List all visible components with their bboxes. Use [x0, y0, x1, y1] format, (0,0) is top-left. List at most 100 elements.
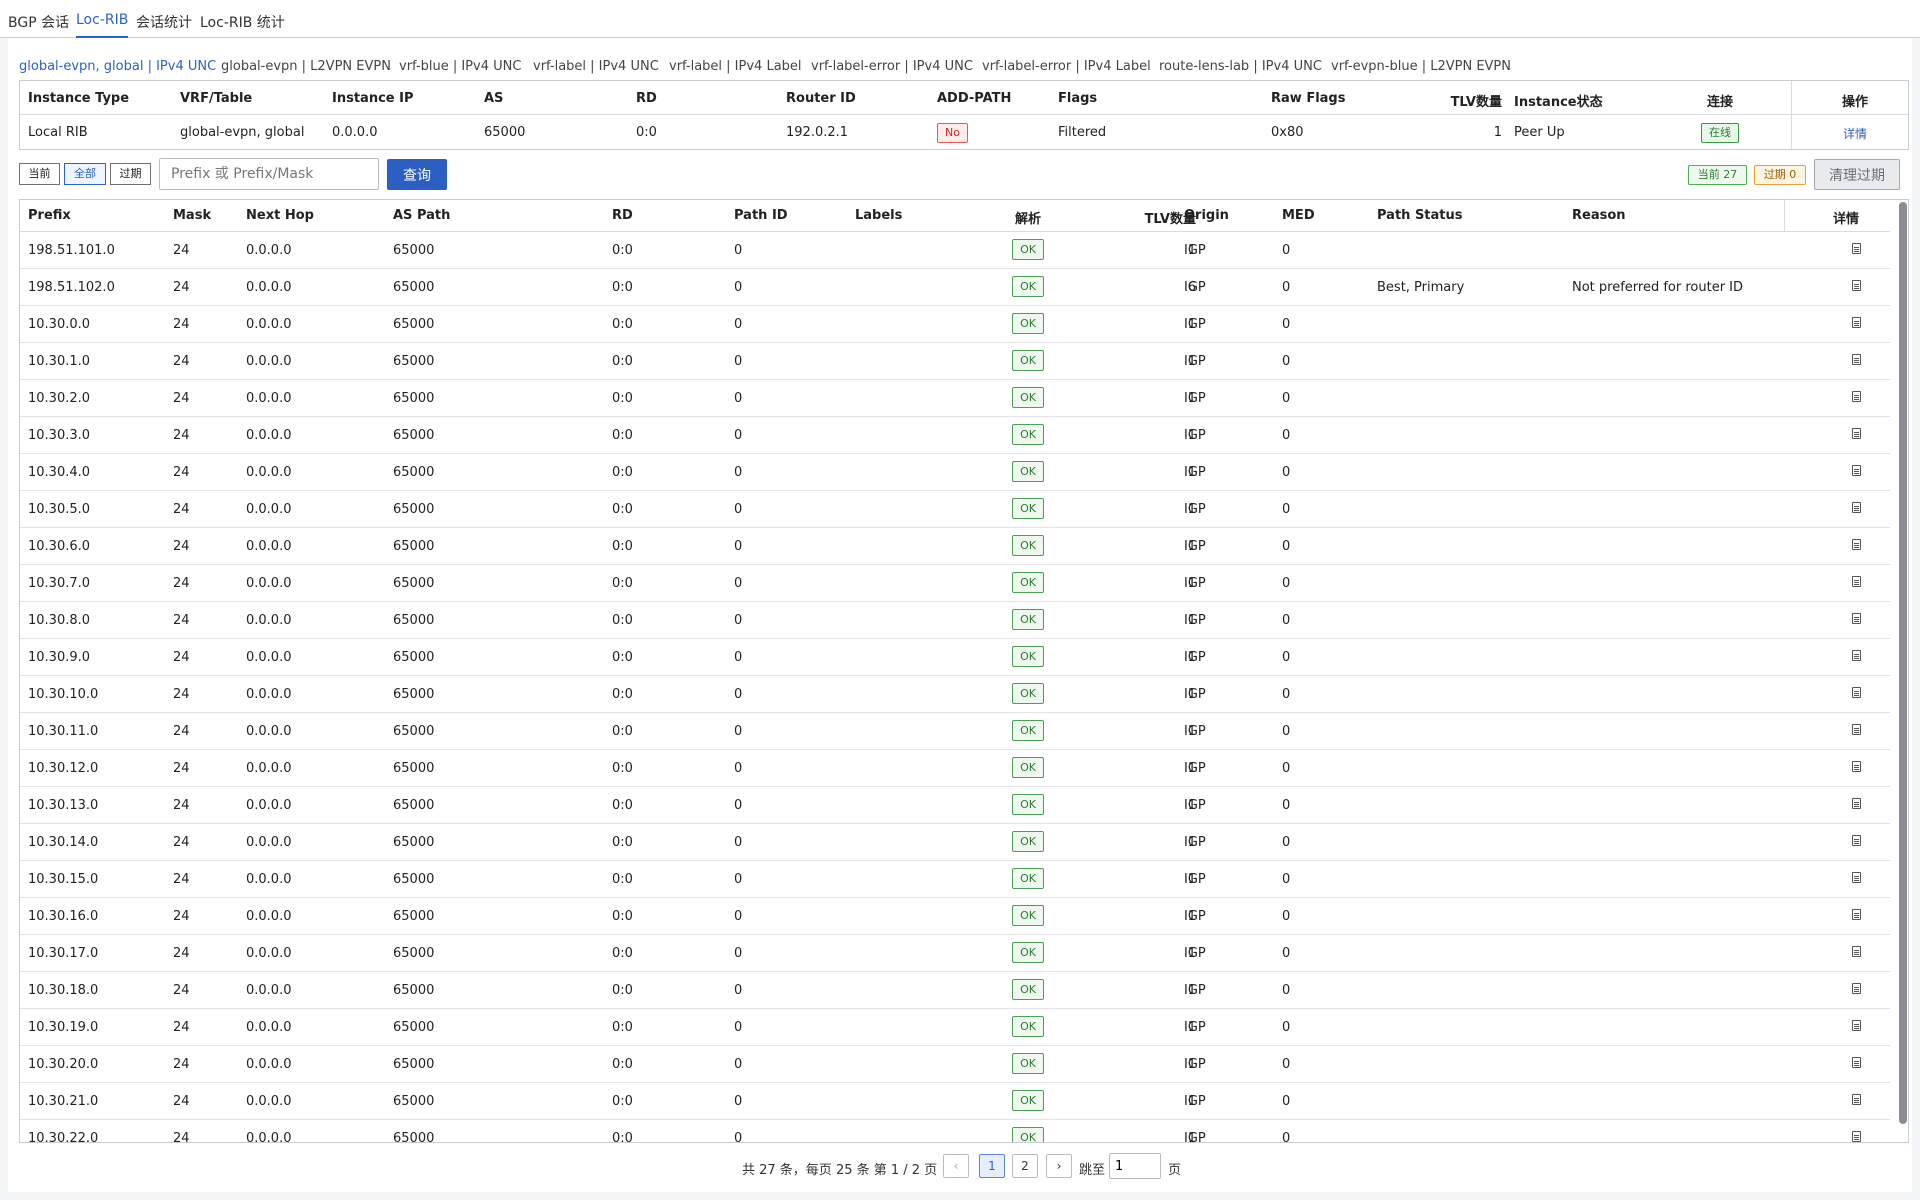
row-mask: 24 — [173, 613, 190, 628]
col-prefix: Prefix — [28, 208, 71, 223]
row-path-status: Best, Primary — [1377, 280, 1465, 295]
prev-page-button[interactable]: ‹ — [943, 1154, 969, 1178]
route-table-body: 198.51.101.0 24 0.0.0.0 65000 0:0 0 IGP 0 1 OK 198… — [20, 232, 1890, 1142]
row-prefix: 198.51.101.0 — [28, 243, 115, 258]
row-as-path: 65000 — [393, 391, 435, 406]
document-icon[interactable] — [1852, 983, 1861, 994]
document-icon[interactable] — [1852, 354, 1861, 365]
jump-page-input[interactable] — [1109, 1153, 1161, 1179]
table-row: 10.30.17.0 24 0.0.0.0 65000 0:0 0 IGP 0 1 OK — [20, 935, 1890, 972]
document-icon[interactable] — [1852, 650, 1861, 661]
parse-status-badge: OK — [1012, 757, 1044, 778]
table-row: 10.30.2.0 24 0.0.0.0 65000 0:0 0 IGP 0 1 OK — [20, 380, 1890, 417]
tab-loc-rib-stats[interactable]: Loc-RIB 统计 — [200, 12, 285, 32]
document-icon[interactable] — [1852, 428, 1861, 439]
document-icon[interactable] — [1852, 280, 1861, 291]
row-med: 0 — [1282, 761, 1291, 776]
route-table-header: Prefix Mask Next Hop AS Path RD Path ID … — [20, 200, 1890, 232]
row-prefix: 10.30.16.0 — [28, 909, 99, 924]
row-path-id: 0 — [734, 354, 743, 369]
row-rd: 0:0 — [612, 983, 633, 998]
document-icon[interactable] — [1852, 872, 1861, 883]
row-med: 0 — [1282, 1094, 1291, 1109]
row-as-path: 65000 — [393, 613, 435, 628]
clean-expired-button[interactable]: 清理过期 — [1814, 159, 1900, 190]
subtab-route-lens-lab-ipv4-unc[interactable]: route-lens-lab | IPv4 UNC — [1159, 59, 1322, 74]
tab-session-stats[interactable]: 会话统计 — [136, 12, 192, 32]
row-mask: 24 — [173, 983, 190, 998]
prefix-search-input[interactable] — [159, 158, 379, 190]
row-as-path: 65000 — [393, 946, 435, 961]
row-next-hop: 0.0.0.0 — [246, 835, 292, 850]
row-med: 0 — [1282, 1020, 1291, 1035]
add-path-badge: No — [937, 123, 968, 143]
subtab-vrf-label-ipv4-unc[interactable]: vrf-label | IPv4 UNC — [533, 59, 659, 74]
subtab-vrf-blue-ipv4-unc[interactable]: vrf-blue | IPv4 UNC — [399, 59, 521, 74]
row-rd: 0:0 — [612, 502, 633, 517]
row-tlv-count: 1 — [1187, 465, 1196, 480]
row-as-path: 65000 — [393, 428, 435, 443]
document-icon[interactable] — [1852, 1020, 1861, 1031]
row-mask: 24 — [173, 1020, 190, 1035]
instance-router-id: 192.0.2.1 — [786, 125, 849, 140]
row-next-hop: 0.0.0.0 — [246, 576, 292, 591]
document-icon[interactable] — [1852, 465, 1861, 476]
row-mask: 24 — [173, 798, 190, 813]
pagination: 共 27 条，每页 25 条 第 1 / 2 页 ‹ 1 2 › 跳至 页 — [8, 1150, 1912, 1180]
table-row: 10.30.16.0 24 0.0.0.0 65000 0:0 0 IGP 0 1 OK — [20, 898, 1890, 935]
row-tlv-count: 1 — [1187, 243, 1196, 258]
filter-all-button[interactable]: 全部 — [64, 163, 106, 185]
subtab-global-evpn-l2vpn-evpn[interactable]: global-evpn | L2VPN EVPN — [221, 59, 391, 74]
subtab-vrf-evpn-blue-l2vpn-evpn[interactable]: vrf-evpn-blue | L2VPN EVPN — [1331, 59, 1511, 74]
document-icon[interactable] — [1852, 576, 1861, 587]
document-icon[interactable] — [1852, 946, 1861, 957]
document-icon[interactable] — [1852, 391, 1861, 402]
subtab-vrf-label-error-ipv4-unc[interactable]: vrf-label-error | IPv4 UNC — [811, 59, 973, 74]
instance-type: Local RIB — [28, 125, 88, 140]
document-icon[interactable] — [1852, 1094, 1861, 1105]
next-page-button[interactable]: › — [1046, 1154, 1072, 1178]
document-icon[interactable] — [1852, 798, 1861, 809]
table-row: 10.30.6.0 24 0.0.0.0 65000 0:0 0 IGP 0 1 OK — [20, 528, 1890, 565]
tab-loc-rib[interactable]: Loc-RIB — [76, 12, 129, 38]
row-prefix: 10.30.15.0 — [28, 872, 99, 887]
header-as: AS — [484, 91, 504, 106]
parse-status-badge: OK — [1012, 461, 1044, 482]
row-prefix: 10.30.2.0 — [28, 391, 91, 406]
row-med: 0 — [1282, 391, 1291, 406]
document-icon[interactable] — [1852, 761, 1861, 772]
document-icon[interactable] — [1852, 687, 1861, 698]
document-icon[interactable] — [1852, 539, 1861, 550]
document-icon[interactable] — [1852, 243, 1861, 254]
tab-bgp-sessions[interactable]: BGP 会话 — [8, 12, 69, 32]
document-icon[interactable] — [1852, 1131, 1861, 1142]
document-icon[interactable] — [1852, 909, 1861, 920]
parse-status-badge: OK — [1012, 979, 1044, 1000]
row-mask: 24 — [173, 243, 190, 258]
row-next-hop: 0.0.0.0 — [246, 1131, 292, 1142]
document-icon[interactable] — [1852, 724, 1861, 735]
document-icon[interactable] — [1852, 1057, 1861, 1068]
document-icon[interactable] — [1852, 502, 1861, 513]
row-rd: 0:0 — [612, 724, 633, 739]
row-mask: 24 — [173, 354, 190, 369]
row-tlv-count: 1 — [1187, 502, 1196, 517]
page-button-2[interactable]: 2 — [1012, 1154, 1038, 1178]
row-mask: 24 — [173, 946, 190, 961]
subtab-vrf-label-error-ipv4-label[interactable]: vrf-label-error | IPv4 Label — [982, 59, 1151, 74]
subtab-vrf-label-ipv4-label[interactable]: vrf-label | IPv4 Label — [669, 59, 802, 74]
page-button-1[interactable]: 1 — [979, 1154, 1005, 1178]
table-row: 10.30.8.0 24 0.0.0.0 65000 0:0 0 IGP 0 1 OK — [20, 602, 1890, 639]
document-icon[interactable] — [1852, 317, 1861, 328]
instance-tlv-count: 1 — [1493, 125, 1502, 140]
document-icon[interactable] — [1852, 835, 1861, 846]
table-scrollbar[interactable] — [1899, 202, 1907, 1124]
parse-status-badge: OK — [1012, 350, 1044, 371]
row-path-id: 0 — [734, 465, 743, 480]
subtab-global-evpn-ipv4-unc[interactable]: global-evpn, global | IPv4 UNC — [19, 59, 217, 82]
filter-expired-button[interactable]: 过期 — [110, 163, 151, 185]
query-button[interactable]: 查询 — [387, 159, 447, 190]
instance-details-link[interactable]: 详情 — [1810, 125, 1900, 142]
document-icon[interactable] — [1852, 613, 1861, 624]
filter-current-button[interactable]: 当前 — [19, 163, 60, 185]
